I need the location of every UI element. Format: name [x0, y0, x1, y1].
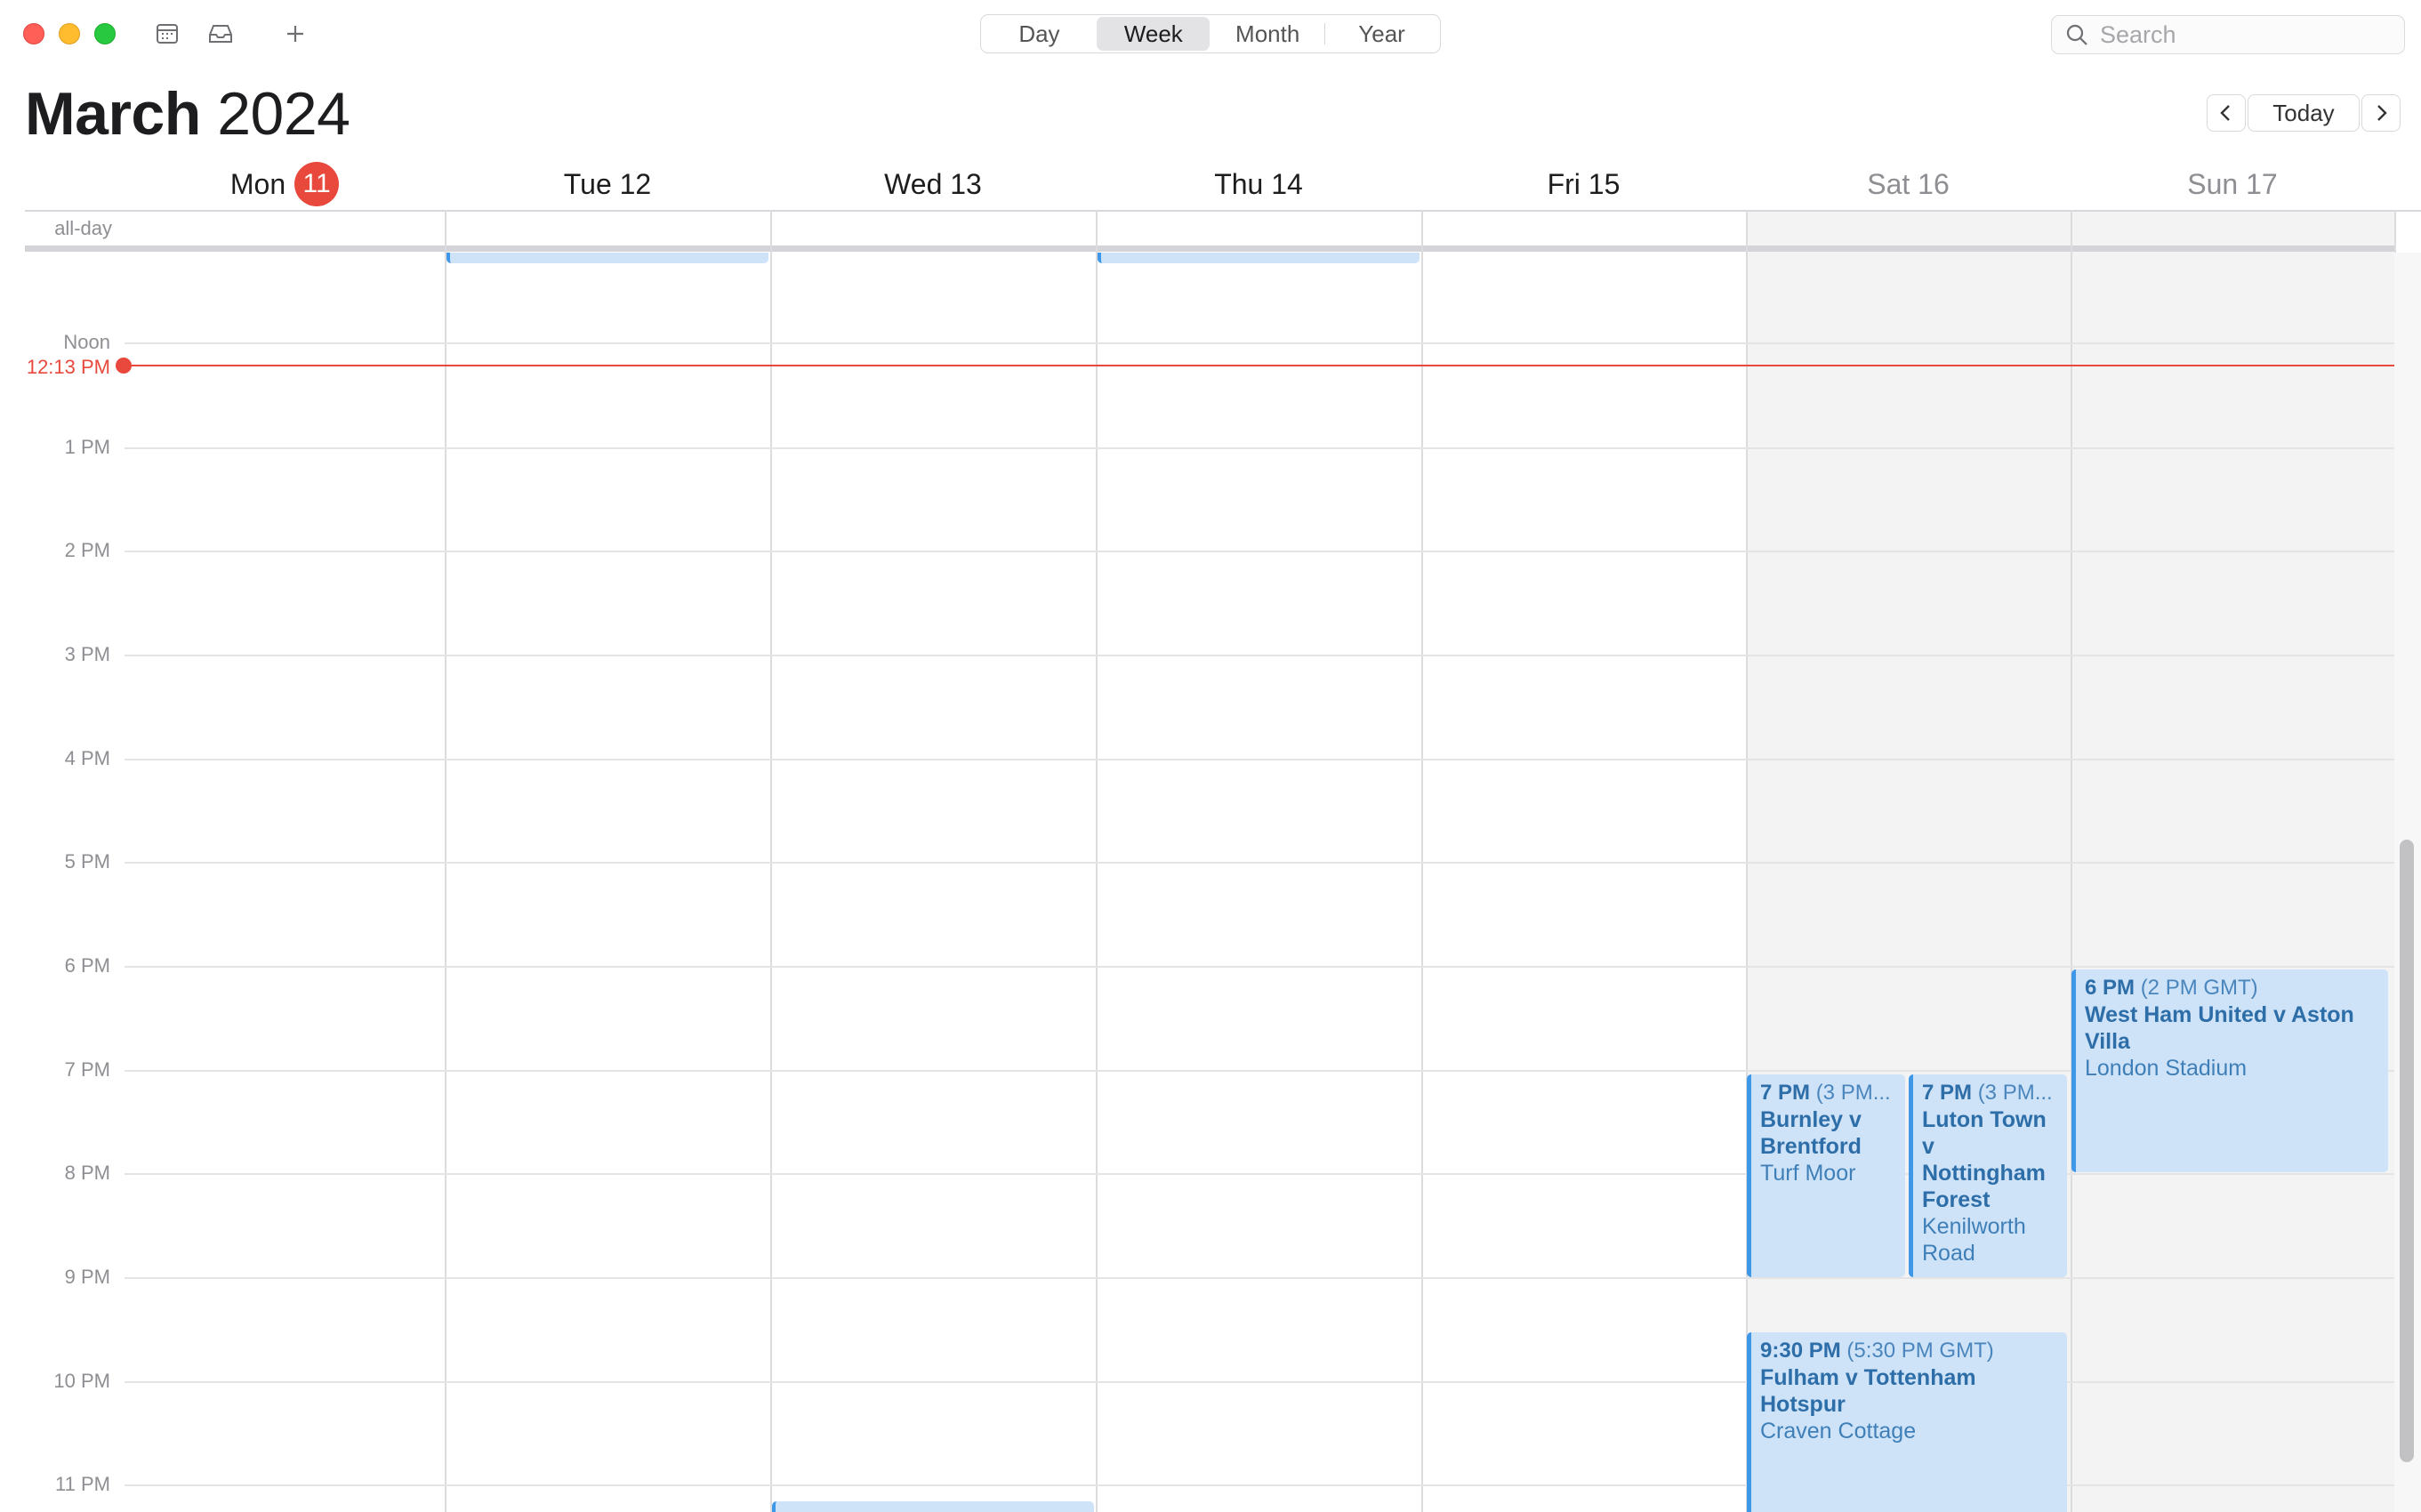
search-input[interactable] [2100, 20, 2385, 49]
previous-week-button[interactable] [2207, 94, 2246, 132]
day-header-tue[interactable]: Tue 12 [445, 160, 770, 208]
event-start-time: 6 PM [2085, 976, 2135, 1000]
hour-line [125, 447, 2394, 449]
view-year-tab[interactable]: Year [1325, 17, 1438, 51]
page-title: March 2024 [25, 78, 350, 149]
search-field[interactable] [2051, 15, 2405, 54]
event-alt-time: (5:30 PM GMT) [1846, 1339, 1994, 1363]
day-header-fri[interactable]: Fri 15 [1421, 160, 1746, 208]
chevron-right-icon [2377, 105, 2387, 121]
hour-line [125, 342, 2394, 344]
view-day-tab[interactable]: Day [983, 17, 1096, 51]
search-icon [2066, 24, 2087, 45]
day-column-divider [2071, 210, 2072, 1512]
hour-line [125, 1277, 2394, 1279]
hour-label: 8 PM [64, 1162, 110, 1184]
current-time-dot [116, 358, 132, 374]
day-header-thu[interactable]: Thu 14 [1096, 160, 1421, 208]
minimize-window-button[interactable] [59, 23, 80, 44]
day-header-sat[interactable]: Sat 16 [1746, 160, 2071, 208]
hour-label: 5 PM [64, 850, 110, 873]
event-alt-time: (3 PM... [1815, 1081, 1891, 1105]
event-start-time: 7 PM [1922, 1081, 1973, 1105]
view-switcher: Day Week Month Year [980, 14, 1441, 53]
hour-line [125, 551, 2394, 552]
event-burnley-brentford[interactable]: 7 PM (3 PM... Burnley v Brentford Turf M… [1747, 1074, 1905, 1277]
day-column-divider [770, 210, 772, 1512]
close-window-button[interactable] [23, 23, 44, 44]
hour-label: 11 PM [55, 1473, 110, 1495]
day-column-divider [1746, 210, 1748, 1512]
hour-line [125, 655, 2394, 656]
event-start-time: 7 PM [1760, 1081, 1811, 1105]
day-header-sun[interactable]: Sun 17 [2071, 160, 2394, 208]
calendar-list-icon[interactable] [149, 16, 185, 52]
hour-label: 2 PM [64, 539, 110, 561]
today-button[interactable]: Today [2248, 94, 2360, 132]
day-column-divider [1421, 210, 1423, 1512]
view-month-tab[interactable]: Month [1211, 17, 1324, 51]
today-date-badge: 11 [294, 162, 340, 206]
current-time-label: 12:13 PM [26, 356, 110, 378]
view-week-tab[interactable]: Week [1097, 17, 1210, 51]
event-stub[interactable] [1098, 253, 1420, 263]
title-month: March [25, 80, 201, 148]
hour-label: 9 PM [64, 1266, 110, 1288]
hour-label: 1 PM [64, 436, 110, 458]
event-stub[interactable] [446, 253, 768, 263]
event-start-time: 9:30 PM [1760, 1339, 1841, 1363]
window-toolbar: Day Week Month Year [0, 0, 2421, 68]
event-alt-time: (2 PM GMT) [2140, 976, 2258, 1000]
title-year: 2024 [217, 80, 350, 148]
hour-line [125, 1070, 2394, 1072]
hour-label: Noon [63, 331, 110, 353]
event-location: London Stadium [2085, 1056, 2248, 1081]
event-time: 7 PM (3 PM... [1922, 1080, 2058, 1106]
next-week-button[interactable] [2361, 94, 2401, 132]
event-location: Kenilworth Road [1922, 1214, 2026, 1266]
inbox-icon[interactable] [203, 16, 238, 52]
zoom-window-button[interactable] [94, 23, 116, 44]
event-alt-time: (3 PM... [1977, 1081, 2053, 1105]
hour-line [125, 759, 2394, 760]
hour-line [125, 862, 2394, 864]
header-divider [25, 210, 2421, 212]
event-title: West Ham United v Aston Villa [2085, 1002, 2354, 1054]
event-location: Craven Cottage [1760, 1419, 1917, 1444]
hour-line [125, 966, 2394, 968]
all-day-label: all-day [54, 217, 112, 239]
plus-icon[interactable] [277, 16, 313, 52]
day-column-divider [445, 210, 446, 1512]
hour-label: 10 PM [53, 1370, 110, 1392]
event-time: 9:30 PM (5:30 PM GMT) [1760, 1338, 2058, 1364]
hour-label: 7 PM [64, 1058, 110, 1081]
hour-label: 4 PM [64, 747, 110, 769]
all-day-separator [25, 245, 2394, 252]
day-header-label: Mon [229, 167, 286, 200]
day-header-wed[interactable]: Wed 13 [770, 160, 1096, 208]
chevron-left-icon [2220, 105, 2230, 121]
event-title: Fulham v Tottenham Hotspur [1760, 1365, 1976, 1417]
event-luton-nottingham[interactable]: 7 PM (3 PM... Luton Town v Nottingham Fo… [1909, 1074, 2067, 1277]
vertical-scrollbar-thumb[interactable] [2400, 840, 2414, 1462]
hour-label: 6 PM [64, 954, 110, 977]
event-title: Luton Town v Nottingham Forest [1922, 1107, 2047, 1212]
event-time: 6 PM (2 PM GMT) [2085, 975, 2379, 1001]
event-westham-astonvilla[interactable]: 6 PM (2 PM GMT) West Ham United v Aston … [2071, 969, 2388, 1172]
hour-label: 3 PM [64, 643, 110, 665]
event-location: Turf Moor [1760, 1161, 1856, 1186]
event-stub[interactable] [772, 1501, 1094, 1512]
current-time-line [125, 365, 2394, 366]
event-time: 7 PM (3 PM... [1760, 1080, 1896, 1106]
event-fulham-tottenham[interactable]: 9:30 PM (5:30 PM GMT) Fulham v Tottenham… [1747, 1332, 2067, 1512]
day-header-mon[interactable]: Mon 11 [125, 160, 445, 208]
day-column-divider [1096, 210, 1098, 1512]
event-title: Burnley v Brentford [1760, 1107, 1862, 1159]
